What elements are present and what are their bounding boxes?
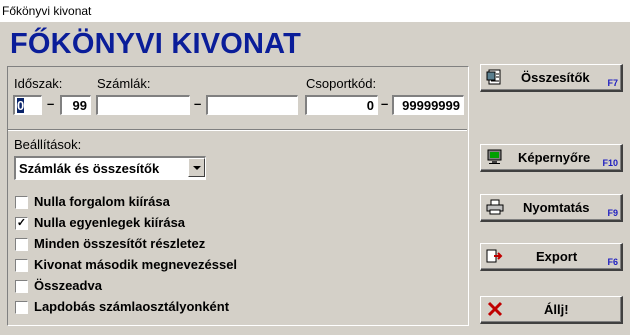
window-title: Főkönyvi kivonat xyxy=(2,4,92,18)
szamlak-label: Számlák: xyxy=(97,76,151,91)
kepernyore-button[interactable]: Képernyőre F10 xyxy=(480,144,623,172)
csoportkod-from-field[interactable]: 0 xyxy=(305,95,378,115)
printer-icon xyxy=(486,199,504,215)
export-icon xyxy=(486,249,503,263)
csoportkod-dash: – xyxy=(381,96,389,111)
checkbox-label[interactable]: Nulla forgalom kiírása xyxy=(34,194,170,209)
export-label: Export xyxy=(536,249,578,264)
idoszak-label: Időszak: xyxy=(14,76,63,91)
checkbox-nulla-egyenlegek[interactable]: ✓ xyxy=(15,217,28,230)
idoszak-to-field[interactable]: 99 xyxy=(60,95,91,115)
allj-label: Állj! xyxy=(544,302,569,317)
szamlak-dash: – xyxy=(194,96,202,111)
szamlak-from-field[interactable] xyxy=(96,95,190,115)
nyomtatas-button[interactable]: Nyomtatás F9 xyxy=(480,194,623,222)
idoszak-dash: – xyxy=(47,96,55,111)
monitor-icon xyxy=(487,149,502,164)
export-hotkey: F6 xyxy=(607,257,618,267)
checkbox-lapdobas[interactable] xyxy=(15,301,28,314)
close-icon xyxy=(487,301,503,317)
checkbox-label[interactable]: Lapdobás számlaosztályonként xyxy=(34,299,229,314)
checkbox-nulla-forgalom[interactable] xyxy=(15,196,28,209)
csoportkod-to-field[interactable]: 99999999 xyxy=(392,95,464,115)
checkbox-label[interactable]: Minden összesítőt részletez xyxy=(34,236,205,251)
osszesitok-label: Összesítők xyxy=(521,70,590,85)
osszesitok-hotkey: F7 xyxy=(607,78,618,88)
settings-label: Beállítások: xyxy=(14,137,82,152)
checkbox-minden-osszesito[interactable] xyxy=(15,238,28,251)
checkbox-kivonat-masodik[interactable] xyxy=(15,259,28,272)
osszesitok-button[interactable]: Összesítők F7 xyxy=(480,64,623,92)
kepernyore-label: Képernyőre xyxy=(518,150,591,165)
checkbox-osszeadva[interactable] xyxy=(15,280,28,293)
settings-selected-value: Számlák és összesítők xyxy=(19,161,160,176)
divider xyxy=(8,129,467,131)
nyomtatas-label: Nyomtatás xyxy=(523,200,590,215)
checkbox-label[interactable]: Összeadva xyxy=(34,278,102,293)
page-title: FŐKÖNYVI KIVONAT xyxy=(10,28,302,60)
idoszak-from-field[interactable]: 0 xyxy=(13,95,42,115)
kepernyore-hotkey: F10 xyxy=(602,158,618,168)
window-titlebar: Főkönyvi kivonat xyxy=(0,0,630,22)
csoportkod-label: Csoportkód: xyxy=(306,76,377,91)
chevron-down-icon[interactable] xyxy=(188,158,205,177)
export-button[interactable]: Export F6 xyxy=(480,243,623,271)
idoszak-from-value: 0 xyxy=(17,98,25,113)
szamlak-to-field[interactable] xyxy=(206,95,298,115)
summary-icon xyxy=(486,69,501,85)
nyomtatas-hotkey: F9 xyxy=(607,208,618,218)
settings-select[interactable]: Számlák és összesítők xyxy=(14,156,206,180)
allj-button[interactable]: Állj! xyxy=(480,296,623,324)
checkbox-label[interactable]: Kivonat második megnevezéssel xyxy=(34,257,237,272)
checkbox-label[interactable]: Nulla egyenlegek kiírása xyxy=(34,215,185,230)
